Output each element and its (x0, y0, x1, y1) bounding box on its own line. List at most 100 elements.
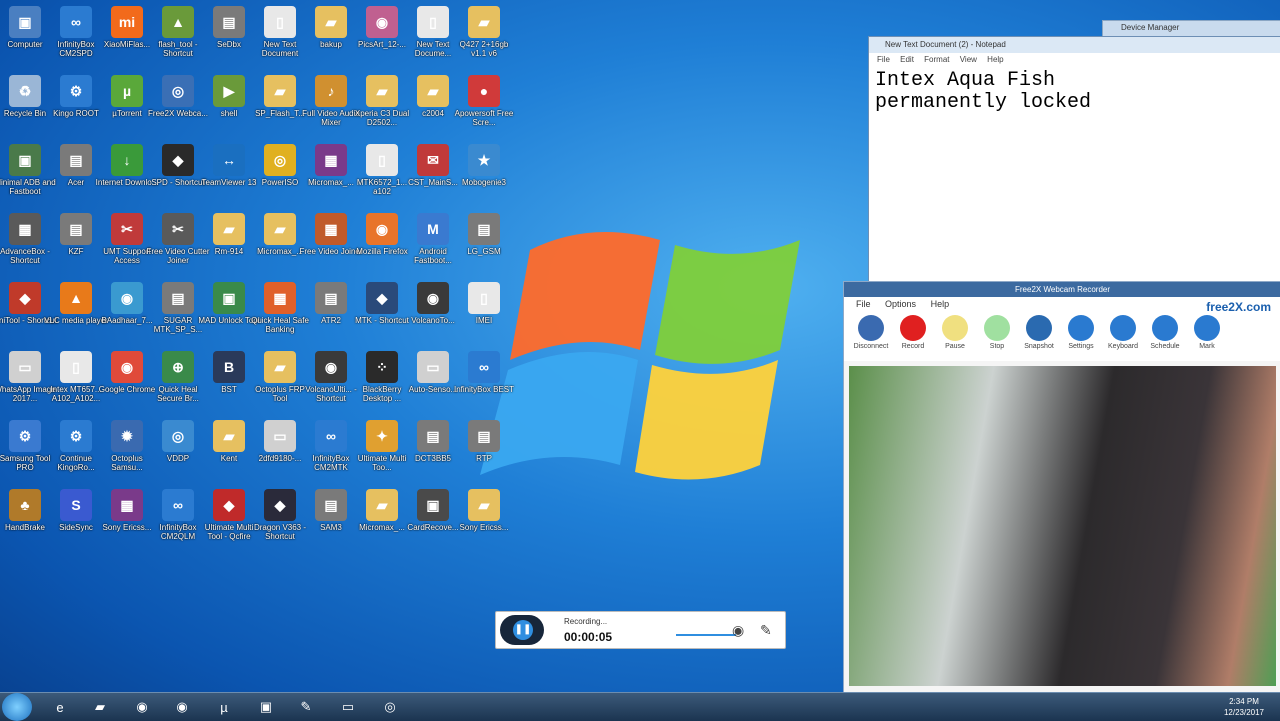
taskbar-recorder-icon[interactable]: ◎ (372, 695, 408, 719)
webcam-recorder-window[interactable]: Free2X Webcam Recorder File Options Help… (843, 281, 1280, 695)
recorder-tool-button[interactable]: Snapshot (1018, 311, 1060, 361)
app-icon: ▦ (315, 144, 347, 176)
desktop-icon[interactable]: ▤ LG_GSM (452, 213, 516, 256)
recorder-tool-button[interactable]: Mark (1186, 311, 1228, 361)
notepad-text-area[interactable]: Intex Aqua Fish permanently locked (869, 66, 1280, 118)
tool-icon (942, 315, 968, 341)
app-icon: ⚙ (60, 420, 92, 452)
recording-control-bar: ❚❚ Recording... 00:00:05 ◉ ✎ (495, 611, 786, 649)
app-icon: ✂ (111, 213, 143, 245)
tool-icon (1068, 315, 1094, 341)
desktop-icon-label: RTP (476, 454, 492, 463)
recorder-tool-button[interactable]: Settings (1060, 311, 1102, 361)
app-icon: ⁘ (366, 351, 398, 383)
app-icon: ▰ (264, 351, 296, 383)
app-icon: ▤ (162, 282, 194, 314)
tool-icon (900, 315, 926, 341)
app-icon: ◎ (264, 144, 296, 176)
app-icon: ◉ (111, 351, 143, 383)
taskbar-app-icon[interactable]: ▣ (248, 695, 284, 719)
app-icon: ♻ (9, 75, 41, 107)
tool-icon (1110, 315, 1136, 341)
app-icon: ∞ (60, 6, 92, 38)
recorder-menu-options[interactable]: Options (885, 299, 916, 309)
app-icon: ◉ (417, 282, 449, 314)
recorder-brand-link[interactable]: free2X.com (1206, 300, 1271, 314)
recording-timer: 00:00:05 (564, 630, 613, 644)
app-icon: ▰ (213, 213, 245, 245)
desktop-icon[interactable]: ★ Mobogenie3 (452, 144, 516, 187)
recorder-tool-button[interactable]: Disconnect (850, 311, 892, 361)
desktop-icon-label: Q427 2+16gb v1.1 v6 (459, 40, 509, 58)
app-icon: ⊕ (162, 351, 194, 383)
tool-icon (1194, 315, 1220, 341)
tool-label: Pause (945, 343, 965, 350)
notepad-window[interactable]: New Text Document (2) - Notepad File Edi… (868, 36, 1280, 288)
tool-icon (984, 315, 1010, 341)
app-icon: ✹ (111, 420, 143, 452)
recorder-title: Free2X Webcam Recorder (844, 282, 1280, 297)
taskbar-utorrent-icon[interactable]: µ (206, 695, 242, 719)
menu-edit[interactable]: Edit (900, 55, 914, 64)
desktop-icon-label: IMEI (475, 316, 493, 325)
app-icon: ◆ (162, 144, 194, 176)
taskbar-chrome-icon[interactable]: ◉ (124, 695, 160, 719)
start-button[interactable] (2, 693, 32, 721)
menu-help[interactable]: Help (987, 55, 1003, 64)
desktop-icon[interactable]: ▰ Sony Ericss... (452, 489, 516, 532)
app-icon: ▰ (366, 489, 398, 521)
app-icon: mi (111, 6, 143, 38)
system-clock[interactable]: 2:34 PM 12/23/2017 (1224, 696, 1264, 718)
recorder-menu-help[interactable]: Help (931, 299, 950, 309)
app-icon: ▯ (60, 351, 92, 383)
app-icon: ▤ (315, 489, 347, 521)
recorder-tool-button[interactable]: Record (892, 311, 934, 361)
app-icon: ▰ (315, 6, 347, 38)
pen-icon[interactable]: ✎ (760, 622, 772, 639)
app-icon: ◉ (315, 351, 347, 383)
app-icon: ◉ (366, 6, 398, 38)
tool-label: Mark (1199, 343, 1215, 350)
pause-recording-button[interactable]: ❚❚ (500, 615, 544, 645)
app-icon: ▤ (60, 213, 92, 245)
tool-label: Settings (1068, 343, 1094, 350)
menu-file[interactable]: File (877, 55, 890, 64)
tool-label: Stop (989, 343, 1005, 350)
app-icon: ◆ (213, 489, 245, 521)
app-icon: ▰ (366, 75, 398, 107)
recorder-tool-button[interactable]: Schedule (1144, 311, 1186, 361)
desktop-icon[interactable]: ▤ RTP (452, 420, 516, 463)
app-icon: ▯ (366, 144, 398, 176)
app-icon: ♣ (9, 489, 41, 521)
menu-format[interactable]: Format (924, 55, 949, 64)
recorder-menu-file[interactable]: File (856, 299, 871, 309)
recorder-tool-button[interactable]: Pause (934, 311, 976, 361)
menu-view[interactable]: View (960, 55, 977, 64)
app-icon: ▭ (417, 351, 449, 383)
volume-slider[interactable] (676, 622, 736, 636)
taskbar-explorer-icon[interactable]: ▰ (82, 695, 118, 719)
webcam-icon[interactable]: ◉ (732, 622, 744, 639)
taskbar-window-icon[interactable]: ▭ (330, 695, 366, 719)
app-icon: ↔ (213, 144, 245, 176)
app-icon: ∞ (315, 420, 347, 452)
app-icon: ▰ (468, 6, 500, 38)
taskbar-notepad-icon[interactable]: ✎ (288, 695, 324, 719)
taskbar-firefox-icon[interactable]: ◉ (164, 695, 200, 719)
app-icon: ⚙ (60, 75, 92, 107)
recorder-tool-button[interactable]: Stop (976, 311, 1018, 361)
desktop-icon[interactable]: ∞ InfinityBox BEST (452, 351, 516, 394)
notepad-line-1: Intex Aqua Fish (875, 69, 1056, 92)
desktop-icon[interactable]: ● Apowersoft Free Scre... (452, 75, 516, 127)
app-icon: ▶ (213, 75, 245, 107)
taskbar-ie-icon[interactable]: e (42, 695, 78, 719)
app-icon: ▰ (264, 213, 296, 245)
app-icon: ▣ (9, 6, 41, 38)
app-icon: ♪ (315, 75, 347, 107)
notepad-line-2: permanently locked (875, 91, 1092, 114)
recorder-tool-button[interactable]: Keyboard (1102, 311, 1144, 361)
app-icon: ▯ (264, 6, 296, 38)
desktop-icon[interactable]: ▯ IMEI (452, 282, 516, 325)
desktop-icon[interactable]: ▰ Q427 2+16gb v1.1 v6 (452, 6, 516, 58)
notepad-title: New Text Document (2) - Notepad (869, 37, 1280, 53)
